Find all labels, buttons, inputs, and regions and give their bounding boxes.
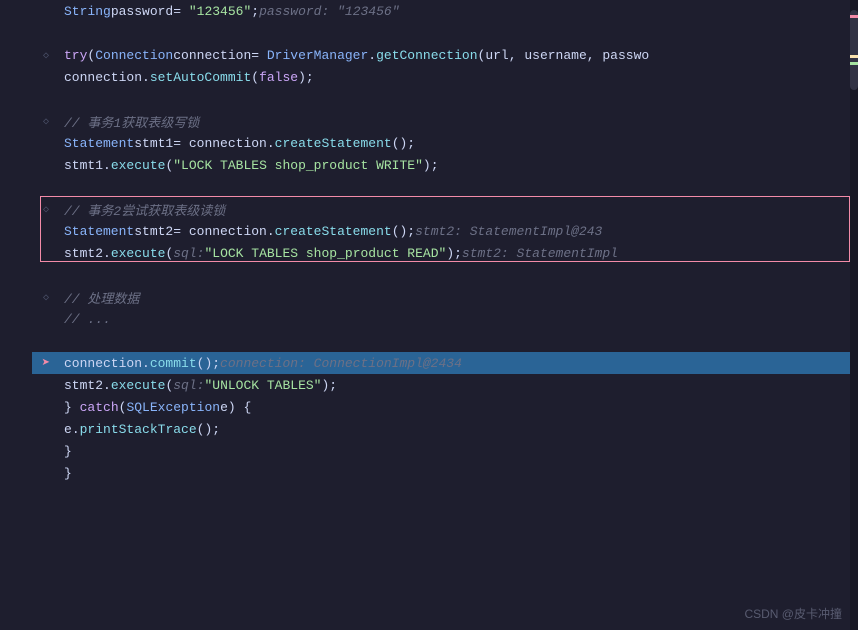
line-content [64, 268, 850, 283]
line-content: e.printStackTrace(); [64, 422, 850, 437]
code-line: stmt1.execute("LOCK TABLES shop_product … [32, 154, 858, 176]
code-line: ◇ // 处理数据 [32, 286, 858, 308]
breakpoint-icon: ◇ [43, 117, 49, 128]
code-line: } [32, 462, 858, 484]
line-content: stmt1.execute("LOCK TABLES shop_product … [64, 158, 850, 173]
code-line: Statement stmt2 = connection.createState… [32, 220, 858, 242]
line-content: Statement stmt2 = connection.createState… [64, 224, 850, 239]
code-line: String password = "123456"; password: "1… [32, 0, 858, 22]
line-content: stmt2.execute( sql: "UNLOCK TABLES"); [64, 378, 850, 393]
code-editor: String password = "123456"; password: "1… [0, 0, 858, 630]
code-line: ◇ try (Connection connection = DriverMan… [32, 44, 858, 66]
line-content: connection.setAutoCommit(false); [64, 70, 850, 85]
code-area: String password = "123456"; password: "1… [32, 0, 858, 630]
line-content: try (Connection connection = DriverManag… [64, 48, 850, 63]
code-line: stmt2.execute( sql: "UNLOCK TABLES"); [32, 374, 858, 396]
breakpoint-icon: ◇ [43, 51, 49, 62]
line-content: // 处理数据 [64, 288, 850, 307]
code-line: e.printStackTrace(); [32, 418, 858, 440]
code-line: ➤ connection.commit(); connection: Conne… [32, 352, 858, 374]
scrollbar[interactable] [850, 0, 858, 630]
code-line: } catch (SQLException e) { [32, 396, 858, 418]
code-line: ◇ // 事务1获取表级写锁 [32, 110, 858, 132]
code-line [32, 330, 858, 352]
code-line: // ... [32, 308, 858, 330]
code-line [32, 176, 858, 198]
line-content: } [64, 466, 850, 481]
line-content: stmt2.execute( sql: "LOCK TABLES shop_pr… [64, 246, 850, 261]
line-content: } catch (SQLException e) { [64, 400, 850, 415]
line-content [64, 26, 850, 41]
line-content: String password = "123456"; password: "1… [64, 4, 850, 19]
code-line: connection.setAutoCommit(false); [32, 66, 858, 88]
line-content [64, 334, 850, 349]
gutter [0, 0, 32, 630]
code-line: stmt2.execute( sql: "LOCK TABLES shop_pr… [32, 242, 858, 264]
breakpoint-icon: ◇ [43, 205, 49, 216]
line-content: // 事务2尝试获取表级读锁 [64, 200, 850, 219]
code-line: ◇ // 事务2尝试获取表级读锁 [32, 198, 858, 220]
code-line: } [32, 440, 858, 462]
code-line [32, 88, 858, 110]
line-content: connection.commit(); connection: Connect… [64, 356, 850, 371]
line-content: // ... [64, 312, 850, 327]
line-content: } [64, 444, 850, 459]
code-line [32, 264, 858, 286]
line-content: Statement stmt1 = connection.createState… [64, 136, 850, 151]
line-content: // 事务1获取表级写锁 [64, 112, 850, 131]
current-line-icon: ➤ [42, 356, 50, 372]
breakpoint-icon: ◇ [43, 293, 49, 304]
code-line: Statement stmt1 = connection.createState… [32, 132, 858, 154]
line-content [64, 92, 850, 107]
watermark: CSDN @皮卡冲撞 [744, 605, 842, 622]
code-line [32, 22, 858, 44]
line-content [64, 180, 850, 195]
